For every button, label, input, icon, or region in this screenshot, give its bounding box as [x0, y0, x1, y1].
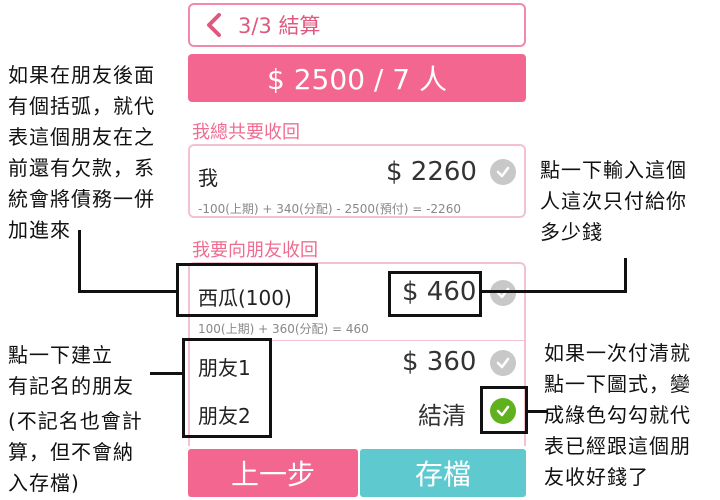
note-line: 加進來 — [8, 218, 71, 242]
note-line: 入存檔) — [8, 471, 80, 495]
total-summary-bar: $ 2500 / 7 人 — [188, 54, 526, 102]
note-line: 點一下建立 — [8, 343, 113, 367]
note-bracket-debt: 如果在朋友後面 有個括弧，就代 表這個朋友在之 前還有欠款，系 統會將債務一併 … — [8, 60, 180, 246]
note-line: 有記名的朋友 — [8, 374, 134, 398]
note-line: 統會將債務一併 — [8, 187, 155, 211]
friend-amount[interactable]: $ 360 — [402, 347, 476, 377]
note-line: 成綠色勾勾就代 — [544, 403, 691, 427]
note-anonymous: (不記名也會計 算，但不會納 入存檔) — [8, 406, 178, 499]
check-icon[interactable] — [490, 159, 516, 185]
check-icon[interactable] — [490, 280, 516, 306]
highlight-amount — [388, 271, 482, 317]
friend-formula: 100(上期) + 360(分配) = 460 — [198, 322, 369, 336]
note-line: 表已經跟這個朋 — [544, 434, 691, 458]
receive-total-card: 我 $ 2260 -100(上期) + 340(分配) - 2500(預付) =… — [188, 144, 526, 218]
note-line: 如果一次付清就 — [544, 341, 691, 365]
note-line: 有個括弧，就代 — [8, 94, 155, 118]
connector-line — [482, 290, 627, 293]
note-line: 友收好錢了 — [544, 465, 649, 489]
friend-amount[interactable]: 結清 — [418, 396, 466, 431]
note-line: 點一下輸入這個 — [540, 158, 687, 182]
self-name: 我 — [198, 166, 218, 190]
header: 3/3 結算 — [188, 3, 526, 47]
connector-line — [78, 290, 178, 293]
note-create-friend: 點一下建立 有記名的朋友 — [8, 340, 158, 402]
back-chevron-icon[interactable] — [202, 12, 228, 38]
connector-line — [624, 258, 627, 292]
note-line: 點一下圖式，變 — [544, 372, 691, 396]
highlight-friend-name — [176, 263, 318, 317]
note-line: (不記名也會計 — [8, 409, 143, 433]
note-line: 前還有欠款，系 — [8, 156, 155, 180]
note-settled: 如果一次付清就 點一下圖式，變 成綠色勾勾就代 表已經跟這個朋 友收好錢了 — [544, 338, 720, 493]
note-line: 算，但不會納 — [8, 440, 134, 464]
highlight-friend-list — [182, 338, 272, 438]
previous-button[interactable]: 上一步 — [188, 449, 358, 497]
check-icon[interactable] — [490, 350, 516, 376]
self-formula: -100(上期) + 340(分配) - 2500(預付) = -2260 — [198, 202, 461, 216]
self-amount[interactable]: $ 2260 — [386, 157, 477, 187]
section-label-receive-total: 我總共要收回 — [192, 122, 300, 143]
note-line: 多少錢 — [540, 220, 603, 244]
note-line: 表這個朋友在之 — [8, 125, 155, 149]
highlight-settle-check — [480, 386, 528, 434]
note-line: 如果在朋友後面 — [8, 63, 155, 87]
save-button[interactable]: 存檔 — [360, 449, 526, 497]
section-label-receive-friends: 我要向朋友收回 — [192, 240, 318, 261]
note-amount-input: 點一下輸入這個 人這次只付給你 多少錢 — [540, 155, 720, 248]
note-line: 人這次只付給你 — [540, 189, 687, 213]
page-title: 3/3 結算 — [238, 14, 321, 38]
